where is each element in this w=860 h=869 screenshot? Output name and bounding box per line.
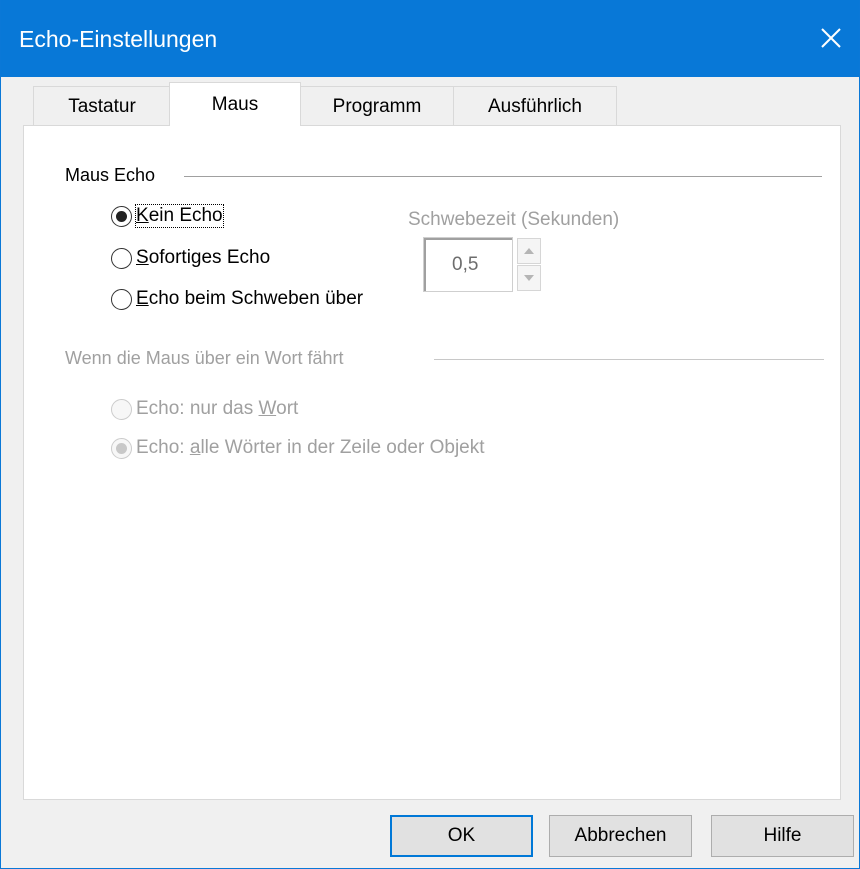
tab-panel-maus: Maus Echo Kein Echo Sofortiges Echo Echo… — [23, 125, 841, 800]
tab-label: Maus — [211, 93, 259, 115]
radio-nur-das-wort[interactable]: Echo: nur das Wort — [111, 398, 298, 420]
radio-button[interactable] — [111, 437, 132, 459]
access-key: K — [136, 205, 149, 226]
close-button[interactable] — [803, 10, 859, 66]
word-hover-group-label: Wenn die Maus über ein Wort fährt — [65, 348, 350, 369]
label-text: ofortiges Echo — [148, 247, 271, 268]
title-bar: Echo-Einstellungen — [1, 0, 859, 77]
hover-time-label: Schwebezeit (Sekunden) — [408, 209, 620, 230]
label-text: Echo: — [136, 437, 190, 458]
radio-kein-echo[interactable]: Kein Echo — [111, 204, 224, 228]
radio-button[interactable] — [111, 398, 132, 420]
spin-up-button[interactable] — [517, 238, 541, 264]
window-title: Echo-Einstellungen — [19, 26, 218, 52]
mouse-echo-group-label: Maus Echo — [65, 165, 162, 186]
radio-label: Echo beim Schweben über — [136, 288, 363, 310]
help-button[interactable]: Hilfe — [711, 815, 854, 857]
dialog-window: Echo-Einstellungen Tastatur Maus Program… — [0, 0, 860, 869]
button-label: Abbrechen — [574, 825, 667, 846]
radio-alle-woerter[interactable]: Echo: alle Wörter in der Zeile oder Obje… — [111, 437, 485, 459]
radio-button[interactable] — [111, 288, 132, 310]
radio-label: Kein Echo — [135, 204, 224, 228]
ok-button[interactable]: OK — [390, 815, 533, 857]
label-text: lle Wörter in der Zeile oder Objekt — [200, 437, 485, 458]
radio-label: Sofortiges Echo — [136, 247, 270, 269]
radio-selected-dot — [116, 210, 127, 222]
cancel-button[interactable]: Abbrechen — [549, 815, 692, 857]
spin-up-icon — [524, 248, 534, 254]
tab-label: Tastatur — [68, 95, 136, 117]
group-divider — [434, 359, 824, 360]
radio-selected-dot — [116, 442, 127, 454]
label-text: Echo: nur das — [136, 398, 259, 419]
tab-ausfuehrlich[interactable]: Ausführlich — [453, 86, 617, 126]
tab-maus[interactable]: Maus — [169, 82, 301, 126]
spin-down-icon — [524, 275, 534, 281]
spin-down-button[interactable] — [517, 265, 541, 291]
access-key: E — [136, 288, 149, 309]
tab-label: Programm — [332, 95, 422, 117]
tab-programm[interactable]: Programm — [299, 86, 455, 126]
tab-tastatur[interactable]: Tastatur — [33, 86, 171, 126]
label-text: ort — [276, 398, 299, 419]
hover-time-value: 0,5 — [452, 253, 479, 275]
radio-label: Echo: nur das Wort — [136, 398, 298, 420]
radio-button[interactable] — [111, 247, 132, 269]
tab-label: Ausführlich — [488, 95, 582, 117]
group-divider — [184, 176, 822, 177]
button-label: OK — [447, 825, 476, 846]
access-key: S — [136, 247, 149, 268]
access-key: a — [189, 437, 201, 458]
radio-button[interactable] — [111, 205, 132, 227]
button-label: Hilfe — [763, 825, 802, 846]
radio-label: Echo: alle Wörter in der Zeile oder Obje… — [136, 437, 485, 459]
hover-time-input[interactable]: 0,5 — [423, 237, 513, 292]
radio-echo-schweben[interactable]: Echo beim Schweben über — [111, 288, 363, 310]
access-key: W — [258, 398, 277, 419]
radio-sofortiges-echo[interactable]: Sofortiges Echo — [111, 247, 270, 269]
label-text: cho beim Schweben über — [148, 288, 364, 309]
close-icon — [821, 28, 841, 48]
label-text: ein Echo — [148, 205, 223, 226]
